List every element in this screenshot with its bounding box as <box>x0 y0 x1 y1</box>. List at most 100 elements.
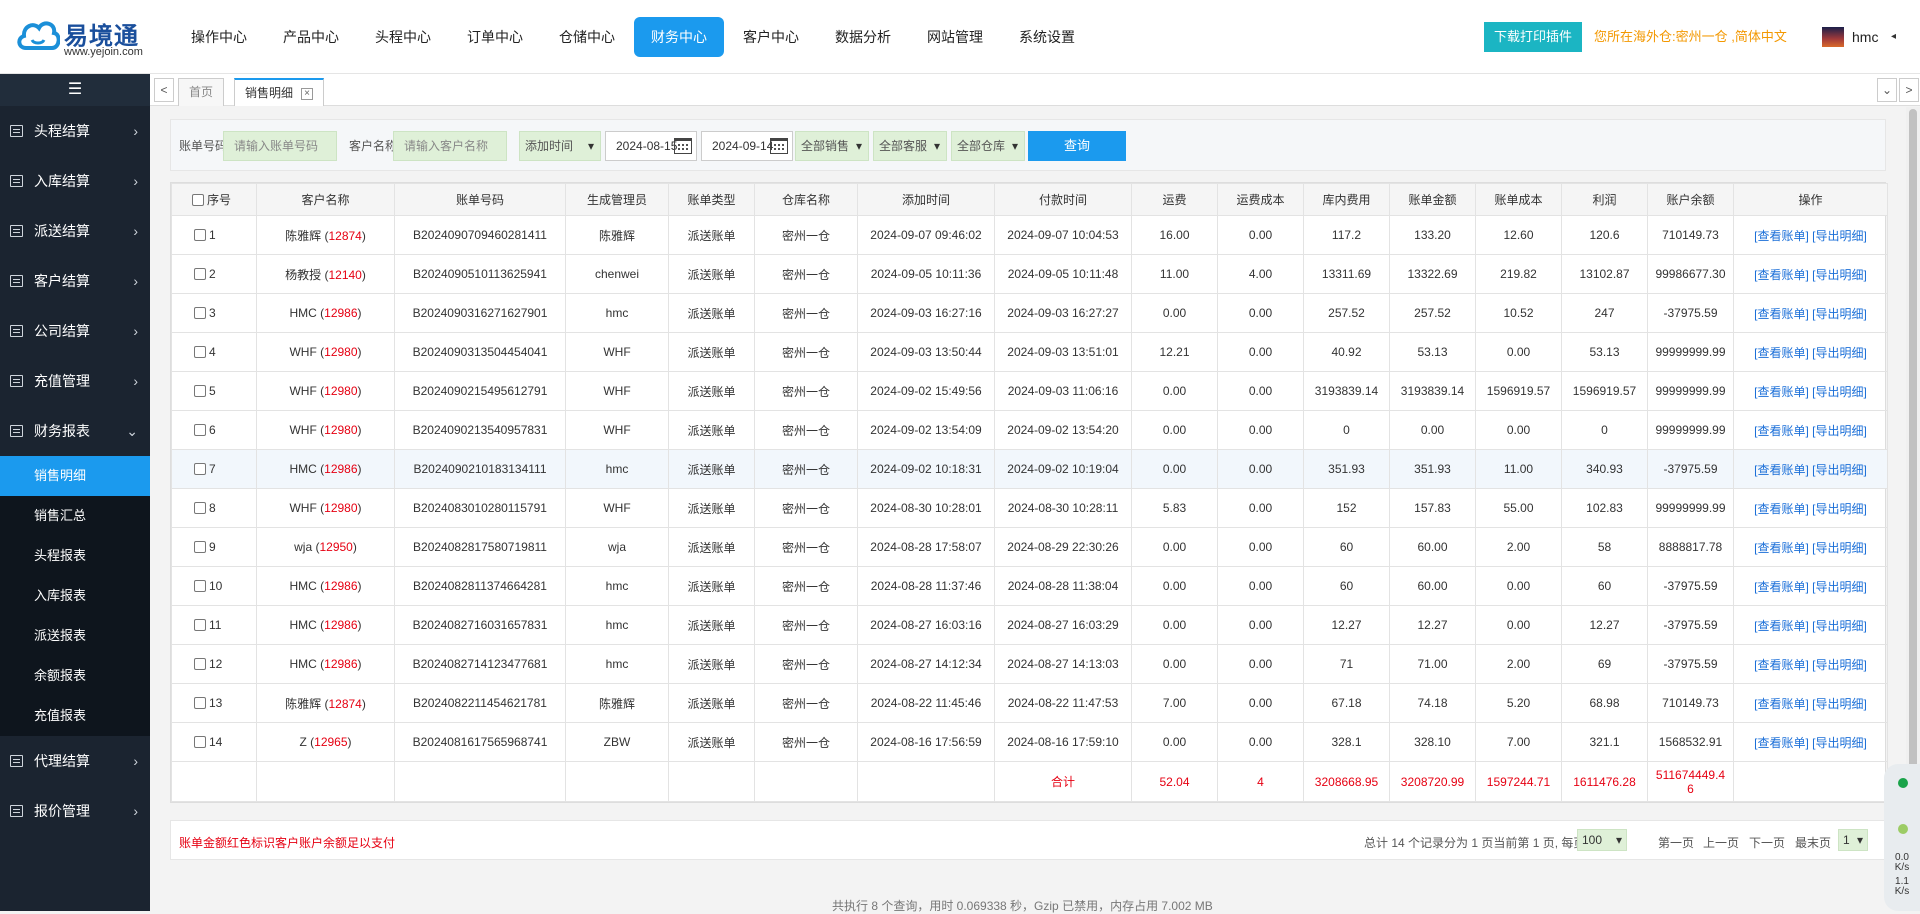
export-detail-link[interactable]: [导出明细] <box>1812 541 1867 555</box>
row-checkbox[interactable] <box>194 267 206 280</box>
last-page-link[interactable]: 最末页 <box>1795 834 1831 851</box>
date-to-input[interactable]: 2024-09-14 <box>701 131 793 161</box>
sales-select[interactable]: 全部销售 <box>795 131 869 161</box>
tab-close-icon[interactable]: × <box>301 87 314 100</box>
view-bill-link[interactable]: [查看账单] <box>1754 658 1809 672</box>
nav-item[interactable]: 头程中心 <box>358 17 448 57</box>
row-checkbox[interactable] <box>194 423 206 436</box>
export-detail-link[interactable]: [导出明细] <box>1812 619 1867 633</box>
sidebar-group[interactable]: 充值管理 › <box>0 356 150 406</box>
nav-item[interactable]: 仓储中心 <box>542 17 632 57</box>
calendar-icon[interactable] <box>770 138 788 154</box>
export-detail-link[interactable]: [导出明细] <box>1812 463 1867 477</box>
row-checkbox[interactable] <box>194 384 206 397</box>
row-checkbox[interactable] <box>194 696 206 709</box>
export-detail-link[interactable]: [导出明细] <box>1812 268 1867 282</box>
sidebar-sub-item[interactable]: 入库报表 <box>0 576 150 616</box>
export-detail-link[interactable]: [导出明细] <box>1812 346 1867 360</box>
sidebar-group[interactable]: 报价管理 › <box>0 786 150 836</box>
scrollbar-thumb[interactable] <box>1909 109 1917 769</box>
view-bill-link[interactable]: [查看账单] <box>1754 580 1809 594</box>
network-speed-widget[interactable]: 0.0 K/s 1.1 K/s <box>1884 764 1920 911</box>
nav-item[interactable]: 网站管理 <box>910 17 1000 57</box>
sidebar-sub-item[interactable]: 销售汇总 <box>0 496 150 536</box>
date-from-input[interactable]: 2024-08-15 <box>605 131 697 161</box>
export-detail-link[interactable]: [导出明细] <box>1812 502 1867 516</box>
export-detail-link[interactable]: [导出明细] <box>1812 424 1867 438</box>
sidebar-group[interactable]: 公司结算 › <box>0 306 150 356</box>
view-bill-link[interactable]: [查看账单] <box>1754 385 1809 399</box>
nav-item[interactable]: 操作中心 <box>174 17 264 57</box>
view-bill-link[interactable]: [查看账单] <box>1754 229 1809 243</box>
row-checkbox[interactable] <box>194 540 206 553</box>
page-size-select[interactable]: 100 <box>1577 829 1627 851</box>
view-bill-link[interactable]: [查看账单] <box>1754 346 1809 360</box>
view-bill-link[interactable]: [查看账单] <box>1754 268 1809 282</box>
export-detail-link[interactable]: [导出明细] <box>1812 580 1867 594</box>
download-print-plugin-button[interactable]: 下载打印插件 <box>1484 22 1583 52</box>
sidebar-sub-item[interactable]: 派送报表 <box>0 616 150 656</box>
sidebar-sub-item[interactable]: 余额报表 <box>0 656 150 696</box>
view-bill-link[interactable]: [查看账单] <box>1754 736 1809 750</box>
tabs-scroll-left-icon[interactable]: < <box>154 78 174 102</box>
sidebar-sub-item[interactable]: 充值报表 <box>0 696 150 736</box>
next-page-link[interactable]: 下一页 <box>1749 834 1785 851</box>
tab-home[interactable]: 首页 <box>178 78 225 106</box>
customer-name-input[interactable]: 请输入客户名称 <box>393 131 507 161</box>
row-checkbox[interactable] <box>194 579 206 592</box>
tabs-dropdown-icon[interactable]: ⌄ <box>1877 78 1897 102</box>
export-detail-link[interactable]: [导出明细] <box>1812 697 1867 711</box>
view-bill-link[interactable]: [查看账单] <box>1754 424 1809 438</box>
row-checkbox[interactable] <box>194 618 206 631</box>
export-detail-link[interactable]: [导出明细] <box>1812 229 1867 243</box>
view-bill-link[interactable]: [查看账单] <box>1754 307 1809 321</box>
export-detail-link[interactable]: [导出明细] <box>1812 658 1867 672</box>
user-name[interactable]: hmc <box>1852 22 1878 52</box>
row-checkbox[interactable] <box>194 228 206 241</box>
query-button[interactable]: 查询 <box>1028 131 1126 161</box>
nav-item[interactable]: 财务中心 <box>634 17 724 57</box>
nav-item[interactable]: 数据分析 <box>818 17 908 57</box>
export-detail-link[interactable]: [导出明细] <box>1812 385 1867 399</box>
view-bill-link[interactable]: [查看账单] <box>1754 463 1809 477</box>
first-page-link[interactable]: 第一页 <box>1658 834 1694 851</box>
page-number-select[interactable]: 1 <box>1838 829 1868 851</box>
nav-item[interactable]: 订单中心 <box>450 17 540 57</box>
user-menu-caret-icon[interactable]: ◂ <box>1891 22 1896 52</box>
view-bill-link[interactable]: [查看账单] <box>1754 697 1809 711</box>
sidebar-group[interactable]: 财务报表 ⌄ <box>0 406 150 456</box>
row-checkbox[interactable] <box>194 657 206 670</box>
sidebar-group[interactable]: 代理结算 › <box>0 736 150 786</box>
tab-sales-detail[interactable]: 销售明细 × <box>234 78 325 106</box>
sidebar-group[interactable]: 入库结算 › <box>0 156 150 206</box>
prev-page-link[interactable]: 上一页 <box>1703 834 1739 851</box>
sidebar-toggle-icon[interactable]: ☰ <box>0 74 150 106</box>
nav-item[interactable]: 产品中心 <box>266 17 356 57</box>
export-detail-link[interactable]: [导出明细] <box>1812 736 1867 750</box>
warehouse-select[interactable]: 全部仓库 <box>951 131 1025 161</box>
tabs-scroll-right-icon[interactable]: > <box>1899 78 1919 102</box>
sidebar-group[interactable]: 头程结算 › <box>0 106 150 156</box>
view-bill-link[interactable]: [查看账单] <box>1754 619 1809 633</box>
row-checkbox[interactable] <box>194 345 206 358</box>
row-checkbox[interactable] <box>194 501 206 514</box>
user-avatar[interactable] <box>1822 27 1844 47</box>
sidebar-group[interactable]: 客户结算 › <box>0 256 150 306</box>
sidebar-group[interactable]: 派送结算 › <box>0 206 150 256</box>
service-select[interactable]: 全部客服 <box>873 131 947 161</box>
sidebar-sub-item[interactable]: 头程报表 <box>0 536 150 576</box>
calendar-icon[interactable] <box>674 138 692 154</box>
export-detail-link[interactable]: [导出明细] <box>1812 307 1867 321</box>
row-checkbox[interactable] <box>194 306 206 319</box>
logo[interactable]: 易境通 www.yejoin.com <box>16 14 156 60</box>
view-bill-link[interactable]: [查看账单] <box>1754 502 1809 516</box>
row-checkbox[interactable] <box>194 735 206 748</box>
row-checkbox[interactable] <box>194 462 206 475</box>
warehouse-language-info[interactable]: 您所在海外仓:密州一仓 ,简体中文 <box>1594 22 1787 52</box>
time-type-select[interactable]: 添加时间 <box>519 131 601 161</box>
view-bill-link[interactable]: [查看账单] <box>1754 541 1809 555</box>
select-all-checkbox[interactable] <box>192 193 204 206</box>
sidebar-sub-item[interactable]: 销售明细 <box>0 456 150 496</box>
nav-item[interactable]: 系统设置 <box>1002 17 1092 57</box>
bill-no-input[interactable]: 请输入账单号码 <box>223 131 337 161</box>
